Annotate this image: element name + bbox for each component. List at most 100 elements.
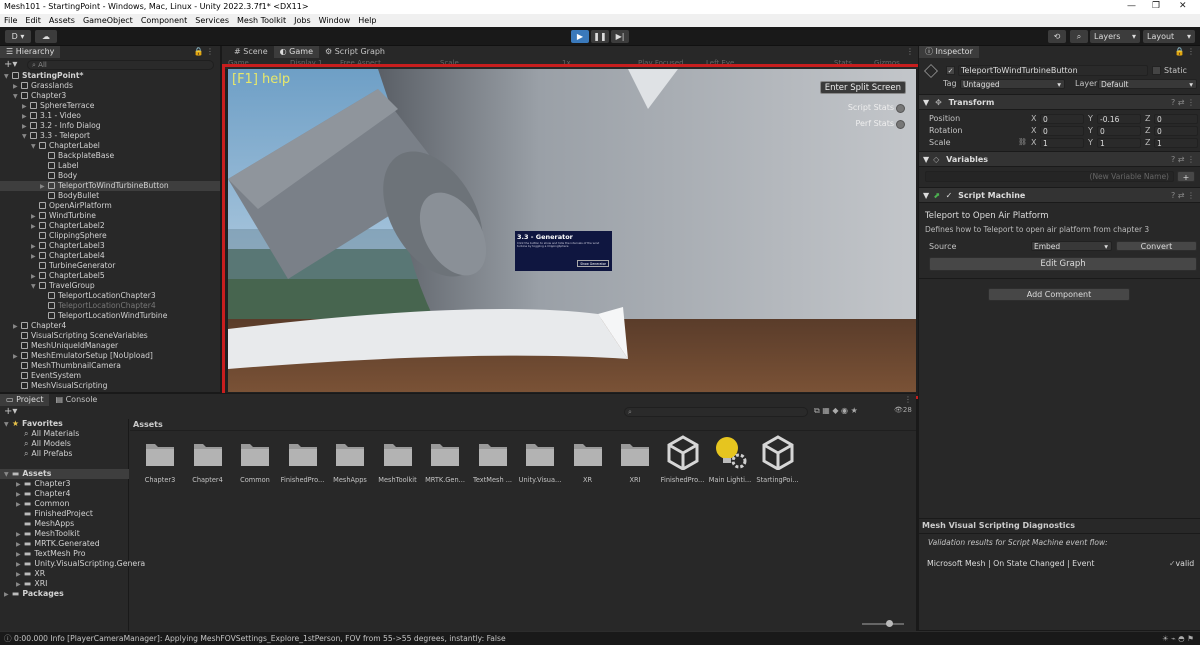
hierarchy-item[interactable]: ▶ TeleportToWindTurbineButton — [0, 181, 220, 191]
hierarchy-item[interactable]: ▶ Chapter4 — [0, 321, 220, 331]
panel-menu-icon[interactable]: 🔒 ⋮ — [1174, 46, 1195, 58]
hierarchy-item[interactable]: MeshUniqueIdManager — [0, 341, 220, 351]
project-tree-item[interactable]: ▶ ▬ TextMesh Pro — [0, 549, 129, 559]
source-dropdown[interactable]: Embed ▾ — [1031, 241, 1112, 251]
project-tree-item[interactable]: ▶ ▬ Chapter3 — [0, 479, 129, 489]
scale-y-field[interactable]: 1 — [1097, 138, 1141, 148]
position-x-field[interactable]: 0 — [1040, 114, 1084, 124]
link-icon[interactable]: ⛓ — [1018, 138, 1027, 146]
step-button[interactable]: ▶| — [611, 30, 629, 43]
rotation-x-field[interactable]: 0 — [1040, 126, 1084, 136]
search-icon[interactable]: ⌕ — [1070, 30, 1088, 43]
variables-header[interactable]: ▼ ◇ Variables ? ⇄ ⋮ — [919, 151, 1200, 167]
menu-edit[interactable]: Edit — [25, 14, 41, 27]
project-tree-item[interactable]: ▶ ▬ MeshToolkit — [0, 529, 129, 539]
scale-z-field[interactable]: 1 — [1154, 138, 1198, 148]
zoom-slider-handle[interactable] — [886, 620, 893, 627]
active-checkbox[interactable]: ✓ — [946, 66, 955, 75]
static-checkbox[interactable] — [1152, 66, 1161, 75]
hierarchy-item[interactable]: VisualScripting SceneVariables — [0, 331, 220, 341]
hierarchy-item[interactable]: ▶ ChapterLabel3 — [0, 241, 220, 251]
hierarchy-item[interactable]: ▶ ChapterLabel4 — [0, 251, 220, 261]
hierarchy-item[interactable]: TeleportLocationWindTurbine — [0, 311, 220, 321]
layout-dropdown[interactable]: Layout ▾ — [1143, 30, 1195, 43]
hierarchy-item[interactable]: ClippingSphere — [0, 231, 220, 241]
object-name-field[interactable]: TeleportToWindTurbineButton — [958, 65, 1148, 76]
menu-services[interactable]: Services — [195, 14, 229, 27]
scale-x-field[interactable]: 1 — [1040, 138, 1084, 148]
project-tree-item[interactable]: ⌕ All Materials — [0, 429, 129, 439]
expand-arrow-icon[interactable]: ▶ — [4, 590, 12, 600]
transform-header[interactable]: ▼ ✥ Transform ? ⇄ ⋮ — [919, 94, 1200, 110]
tag-dropdown[interactable]: Untagged ▾ — [960, 79, 1065, 89]
add-icon[interactable]: +▾ — [4, 59, 17, 70]
edit-graph-button[interactable]: Edit Graph — [929, 257, 1197, 271]
minimize-icon[interactable]: — — [1127, 0, 1136, 13]
zoom-slider[interactable] — [862, 623, 904, 625]
hierarchy-item[interactable]: ▶ ChapterLabel2 — [0, 221, 220, 231]
menu-file[interactable]: File — [4, 14, 17, 27]
project-tree-item[interactable]: ▶ ▬ XR — [0, 569, 129, 579]
hierarchy-item[interactable]: BodyBullet — [0, 191, 220, 201]
filter-icons[interactable]: ⧉ ▦ ◆ ◉ ★ — [814, 406, 858, 416]
hierarchy-item[interactable]: ▼ TravelGroup — [0, 281, 220, 291]
hierarchy-item[interactable]: OpenAirPlatform — [0, 201, 220, 211]
breadcrumb[interactable]: Assets — [130, 419, 916, 431]
project-tree-item[interactable]: ▬ MeshApps — [0, 519, 129, 529]
project-tree-item[interactable]: ⌕ All Prefabs — [0, 449, 129, 459]
project-tree-item[interactable]: ▶ ▬ Unity.VisualScripting.Genera — [0, 559, 145, 569]
project-tree-item[interactable]: ▶ ▬ MRTK.Generated — [0, 539, 129, 549]
hierarchy-item[interactable]: ▶ SphereTerrace — [0, 101, 220, 111]
hierarchy-item[interactable]: ▼ Chapter3 — [0, 91, 220, 101]
project-tree-item[interactable]: ▶ ▬ XRI — [0, 579, 129, 589]
layers-dropdown[interactable]: Layers ▾ — [1090, 30, 1140, 43]
hierarchy-item[interactable]: ▼ StartingPoint* — [0, 71, 220, 81]
project-tree-item[interactable]: ⌕ All Models — [0, 439, 129, 449]
hierarchy-item[interactable]: EventSystem — [0, 371, 220, 381]
close-icon[interactable]: ✕ — [1179, 0, 1187, 13]
tab-hierarchy[interactable]: ☰ Hierarchy — [0, 46, 61, 58]
hierarchy-item[interactable]: MeshVisualScripting — [0, 381, 220, 391]
tab-console[interactable]: ▤ Console — [49, 394, 103, 406]
hierarchy-item[interactable]: ▶ WindTurbine — [0, 211, 220, 221]
rotation-y-field[interactable]: 0 — [1097, 126, 1141, 136]
project-tree-item[interactable]: ▶ ▬ Chapter4 — [0, 489, 129, 499]
add-component-button[interactable]: Add Component — [988, 288, 1130, 301]
history-icon[interactable]: ⟲ — [1048, 30, 1066, 43]
tab-inspector[interactable]: ⓘ Inspector — [919, 46, 979, 58]
rotation-z-field[interactable]: 0 — [1154, 126, 1198, 136]
project-tree-item[interactable]: ▶ ▬ Common — [0, 499, 129, 509]
hierarchy-item[interactable]: ▼ 3.3 - Teleport — [0, 131, 220, 141]
project-tree-item[interactable]: ▼ ★ Favorites — [0, 419, 129, 429]
hierarchy-item[interactable]: Body — [0, 171, 220, 181]
panel-menu-icon[interactable]: 🔒 ⋮ — [193, 46, 214, 58]
status-icons[interactable]: ☀ ⌁ ◓ ⚑ — [1162, 632, 1194, 645]
hierarchy-item[interactable]: ▶ ChapterLabel5 — [0, 271, 220, 281]
convert-button[interactable]: Convert — [1116, 241, 1197, 251]
menu-mesh-toolkit[interactable]: Mesh Toolkit — [237, 14, 286, 27]
hierarchy-item[interactable]: TeleportLocationChapter3 — [0, 291, 220, 301]
tab-scene[interactable]: # Scene — [228, 46, 274, 58]
hierarchy-item[interactable]: ▶ MeshEmulatorSetup [NoUpload] — [0, 351, 220, 361]
menu-component[interactable]: Component — [141, 14, 187, 27]
status-message[interactable]: 0:00.000 Info [PlayerCameraManager]: App… — [14, 634, 506, 643]
account-dropdown[interactable]: D ▾ — [5, 30, 31, 43]
new-variable-name-input[interactable]: (New Variable Name) — [925, 171, 1174, 182]
hierarchy-item[interactable]: ▶ 3.1 - Video — [0, 111, 220, 121]
script-machine-header[interactable]: ▼ ⬈ ✓ Script Machine ? ⇄ ⋮ — [919, 187, 1200, 203]
hierarchy-item[interactable]: TurbineGenerator — [0, 261, 220, 271]
hierarchy-item[interactable]: TeleportLocationChapter4 — [0, 301, 220, 311]
asset-item[interactable]: StartingPoi... — [754, 434, 802, 490]
tab-game[interactable]: ◐ Game — [273, 46, 319, 58]
menu-help[interactable]: Help — [358, 14, 376, 27]
play-button[interactable]: ▶ — [571, 30, 589, 43]
hierarchy-item[interactable]: ▼ ChapterLabel — [0, 141, 220, 151]
cloud-icon[interactable]: ☁ — [35, 30, 57, 43]
menu-gameobject[interactable]: GameObject — [83, 14, 133, 27]
create-icon[interactable]: +▾ — [4, 406, 17, 417]
add-variable-button[interactable]: + — [1177, 171, 1195, 182]
project-tree-item[interactable]: ▶ ▬ Packages — [0, 589, 129, 599]
hierarchy-item[interactable]: MeshThumbnailCamera — [0, 361, 220, 371]
hierarchy-search-input[interactable]: ⌕ All — [27, 60, 214, 70]
menu-jobs[interactable]: Jobs — [294, 14, 311, 27]
